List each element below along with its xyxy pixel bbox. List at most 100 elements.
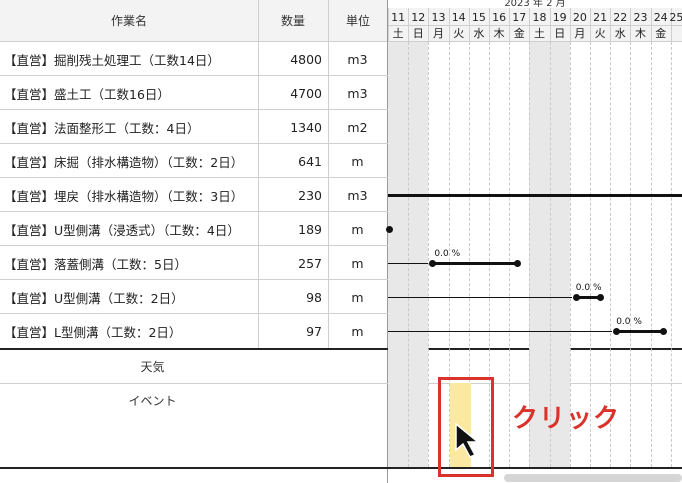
row-divider [0, 383, 682, 384]
event-row-bottom-line [0, 467, 682, 469]
task-unit: m [351, 221, 364, 237]
task-bar[interactable] [432, 262, 518, 265]
task-end-dot[interactable] [597, 294, 604, 301]
progress-label: 0.0 % [434, 249, 461, 259]
day-number: 23 [633, 10, 648, 24]
day-number: 16 [492, 10, 507, 24]
task-unit: m3 [347, 85, 368, 101]
day-gridline [428, 42, 430, 467]
column-header-name[interactable]: 作業名 [0, 0, 258, 42]
day-of-week: 木 [634, 27, 646, 40]
task-unit: m [351, 323, 364, 339]
table-row[interactable]: 【直営】盛土工（工数16日） 4700 m3 [0, 76, 388, 110]
event-label: イベント [0, 392, 305, 412]
task-unit: m [351, 153, 364, 169]
day-number: 17 [512, 10, 527, 24]
day-number: 13 [431, 10, 446, 24]
day-number: 18 [532, 10, 547, 24]
day-number: 21 [593, 10, 608, 24]
day-of-week: 月 [574, 27, 586, 40]
day-gridline [408, 42, 410, 467]
day-of-week: 水 [614, 27, 626, 40]
task-unit: m3 [347, 51, 368, 67]
progress-label: 0.0 % [575, 283, 602, 293]
day-gridline [670, 42, 672, 467]
task-end-dot[interactable] [659, 328, 667, 335]
task-area-bottom-line [0, 348, 682, 350]
weekend-column [388, 42, 409, 467]
task-name: 【直営】U型側溝（浸透式）（工数：4日） [4, 222, 240, 238]
day-number: 11 [391, 10, 406, 24]
task-qty: 1340 [290, 119, 322, 135]
task-start-dot[interactable] [572, 294, 580, 301]
task-name: 【直営】落蓋側溝（工数：5日） [4, 256, 187, 272]
day-gridline [630, 42, 632, 467]
task-name: 【直営】法面整形工（工数：4日） [4, 120, 200, 136]
horizontal-scrollbar[interactable] [504, 474, 682, 482]
day-number: 15 [471, 10, 486, 24]
day-number: 20 [572, 10, 587, 24]
task-qty: 4800 [290, 51, 322, 67]
day-of-week: 水 [473, 27, 485, 40]
dependency-line [388, 263, 429, 264]
day-number: 22 [613, 10, 628, 24]
task-unit: m [351, 255, 364, 271]
table-row[interactable]: 【直営】U型側溝（浸透式）（工数：4日） 189 m [0, 212, 388, 246]
event-label-text: イベント [128, 394, 177, 408]
task-end-dot[interactable] [514, 260, 522, 267]
column-header-qty[interactable]: 数量 [258, 0, 328, 42]
task-start-dot[interactable] [429, 260, 437, 267]
table-row[interactable]: 【直営】掘削残土処理工（工数14日） 4800 m3 [0, 42, 388, 76]
day-number: 12 [411, 10, 426, 24]
dependency-line [388, 297, 572, 298]
task-qty: 4700 [290, 85, 322, 101]
task-name: 【直営】L型側溝（工数：2日） [4, 324, 182, 340]
table-row[interactable]: 【直営】落蓋側溝（工数：5日） 257 m [0, 246, 388, 280]
weather-label-text: 天気 [140, 359, 165, 374]
day-of-week [671, 25, 682, 41]
task-start-dot[interactable] [613, 328, 621, 335]
day-number: 14 [451, 10, 466, 24]
column-header-name-label: 作業名 [110, 14, 147, 28]
day-of-week: 金 [655, 27, 667, 40]
weekend-column [408, 42, 429, 467]
header-divider [388, 25, 682, 26]
table-row[interactable]: 【直営】法面整形工（工数：4日） 1340 m2 [0, 110, 388, 144]
task-unit: m [351, 289, 364, 305]
table-row[interactable]: 【直営】U型側溝（工数：2日） 98 m [0, 280, 388, 314]
task-qty: 189 [298, 221, 322, 237]
table-row[interactable]: 【直営】床掘（排水構造物）（工数：2日） 641 m [0, 144, 388, 178]
weather-label: 天気 [0, 352, 305, 380]
day-gridline [509, 42, 511, 467]
task-unit: m2 [347, 119, 368, 135]
column-header-unit[interactable]: 単位 [328, 0, 388, 42]
column-header-unit-label: 単位 [345, 14, 370, 28]
day-of-week: 火 [594, 27, 606, 40]
table-row[interactable]: 【直営】埋戻（排水構造物）（工数：3日） 230 m3 [0, 178, 388, 212]
day-of-week: 日 [554, 27, 566, 40]
day-number: 25 [669, 10, 682, 24]
dependency-line [388, 331, 613, 332]
day-gridline [650, 42, 652, 467]
day-of-week: 土 [392, 27, 404, 40]
click-annotation-label: クリック [512, 398, 620, 435]
day-number: 19 [552, 10, 567, 24]
day-of-week: 月 [432, 27, 444, 40]
arrow-cursor-icon [452, 420, 492, 460]
task-name: 【直営】掘削残土処理工（工数14日） [4, 52, 220, 68]
task-bar[interactable] [616, 330, 663, 333]
task-qty: 230 [298, 187, 322, 203]
task-end-dot[interactable] [386, 226, 393, 233]
task-qty: 97 [306, 323, 322, 339]
task-qty: 641 [298, 153, 322, 169]
day-of-week: 日 [412, 27, 424, 40]
task-name: 【直営】埋戻（排水構造物）（工数：3日） [4, 188, 244, 204]
day-of-week: 木 [493, 27, 505, 40]
day-of-week: 金 [513, 27, 525, 40]
day-of-week: 土 [533, 27, 545, 40]
task-name: 【直営】盛土工（工数16日） [4, 86, 170, 102]
day-of-week: 火 [453, 27, 465, 40]
column-header-qty-label: 数量 [280, 14, 305, 28]
task-bar[interactable] [388, 194, 682, 197]
table-row[interactable]: 【直営】L型側溝（工数：2日） 97 m [0, 314, 388, 348]
